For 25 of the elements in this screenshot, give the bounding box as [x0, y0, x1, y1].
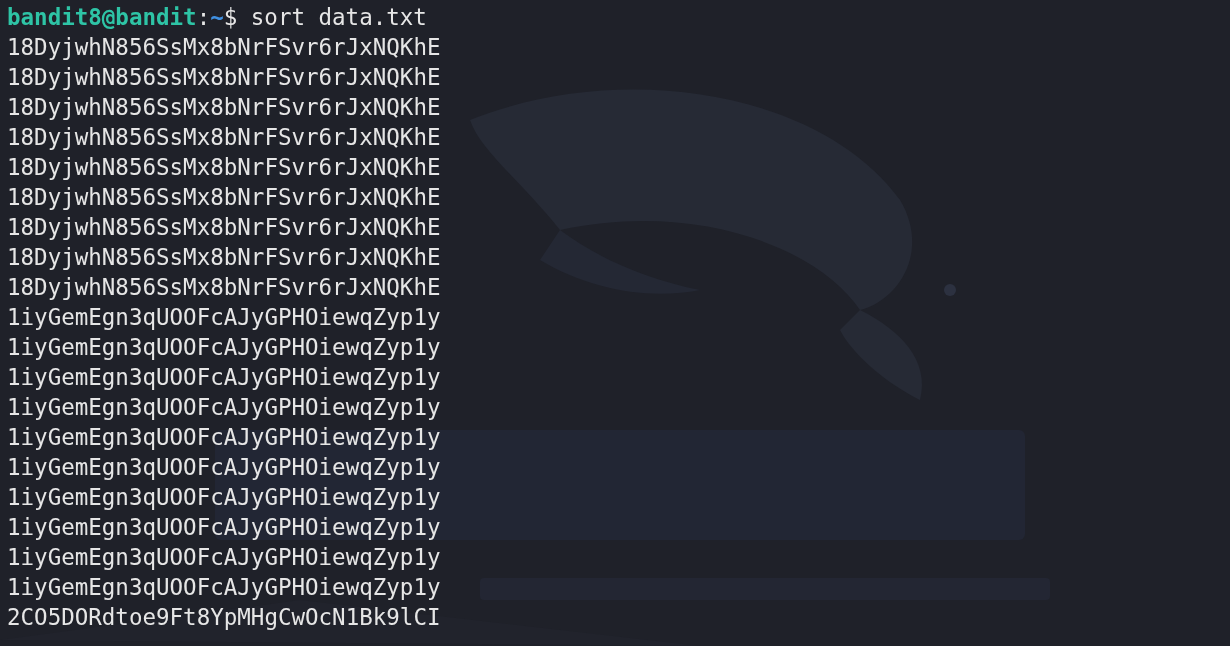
output-line: 1iyGemEgn3qUOOFcAJyGPHOiewqZyp1y: [7, 363, 441, 392]
output-line: 1iyGemEgn3qUOOFcAJyGPHOiewqZyp1y: [7, 423, 441, 452]
command-text: sort data.txt: [250, 3, 427, 32]
output-line: 1iyGemEgn3qUOOFcAJyGPHOiewqZyp1y: [7, 573, 441, 602]
prompt-path: ~: [210, 3, 224, 32]
output-line: 18DyjwhN856SsMx8bNrFSvr6rJxNQKhE: [7, 63, 441, 92]
output-line: 1iyGemEgn3qUOOFcAJyGPHOiewqZyp1y: [7, 483, 441, 512]
output-line: 18DyjwhN856SsMx8bNrFSvr6rJxNQKhE: [7, 153, 441, 182]
prompt-symbol: $: [223, 3, 238, 32]
output-line: 18DyjwhN856SsMx8bNrFSvr6rJxNQKhE: [7, 33, 441, 62]
output-line: 18DyjwhN856SsMx8bNrFSvr6rJxNQKhE: [7, 123, 441, 152]
output-line: 2CO5DORdtoe9Ft8YpMHgCwOcN1Bk9lCI: [7, 603, 441, 632]
output-line: 1iyGemEgn3qUOOFcAJyGPHOiewqZyp1y: [7, 543, 441, 572]
output-line: 1iyGemEgn3qUOOFcAJyGPHOiewqZyp1y: [7, 333, 441, 362]
output-line: 18DyjwhN856SsMx8bNrFSvr6rJxNQKhE: [7, 183, 441, 212]
output-line: 18DyjwhN856SsMx8bNrFSvr6rJxNQKhE: [7, 213, 441, 242]
prompt-user-host: bandit8@bandit: [7, 3, 197, 32]
prompt-separator: :: [196, 3, 211, 32]
output-line: 18DyjwhN856SsMx8bNrFSvr6rJxNQKhE: [7, 93, 441, 122]
output-line: 1iyGemEgn3qUOOFcAJyGPHOiewqZyp1y: [7, 393, 441, 422]
output-line: 1iyGemEgn3qUOOFcAJyGPHOiewqZyp1y: [7, 453, 441, 482]
output-line: 18DyjwhN856SsMx8bNrFSvr6rJxNQKhE: [7, 273, 441, 302]
output-line: 1iyGemEgn3qUOOFcAJyGPHOiewqZyp1y: [7, 303, 441, 332]
output-line: 18DyjwhN856SsMx8bNrFSvr6rJxNQKhE: [7, 243, 441, 272]
output-line: 1iyGemEgn3qUOOFcAJyGPHOiewqZyp1y: [7, 513, 441, 542]
